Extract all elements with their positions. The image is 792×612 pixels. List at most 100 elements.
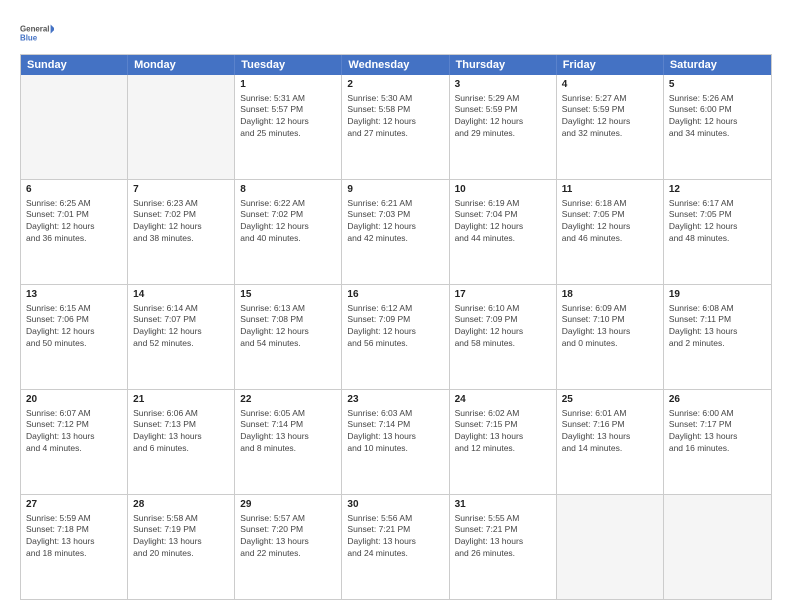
calendar-week-1: 1Sunrise: 5:31 AM Sunset: 5:57 PM Daylig… xyxy=(21,75,771,179)
calendar-day-11: 11Sunrise: 6:18 AM Sunset: 7:05 PM Dayli… xyxy=(557,180,664,284)
calendar-day-27: 27Sunrise: 5:59 AM Sunset: 7:18 PM Dayli… xyxy=(21,495,128,599)
calendar-header-cell-monday: Monday xyxy=(128,55,235,75)
day-number: 17 xyxy=(455,288,551,302)
day-number: 28 xyxy=(133,498,229,512)
day-info: Sunrise: 6:09 AM Sunset: 7:10 PM Dayligh… xyxy=(562,303,658,351)
day-number: 24 xyxy=(455,393,551,407)
calendar-day-7: 7Sunrise: 6:23 AM Sunset: 7:02 PM Daylig… xyxy=(128,180,235,284)
calendar-day-2: 2Sunrise: 5:30 AM Sunset: 5:58 PM Daylig… xyxy=(342,75,449,179)
page: General Blue SundayMondayTuesdayWednesda… xyxy=(0,0,792,612)
day-number: 14 xyxy=(133,288,229,302)
calendar-day-10: 10Sunrise: 6:19 AM Sunset: 7:04 PM Dayli… xyxy=(450,180,557,284)
calendar-day-28: 28Sunrise: 5:58 AM Sunset: 7:19 PM Dayli… xyxy=(128,495,235,599)
day-number: 7 xyxy=(133,183,229,197)
calendar-day-23: 23Sunrise: 6:03 AM Sunset: 7:14 PM Dayli… xyxy=(342,390,449,494)
calendar-day-8: 8Sunrise: 6:22 AM Sunset: 7:02 PM Daylig… xyxy=(235,180,342,284)
day-info: Sunrise: 5:55 AM Sunset: 7:21 PM Dayligh… xyxy=(455,513,551,561)
day-number: 23 xyxy=(347,393,443,407)
day-number: 12 xyxy=(669,183,766,197)
calendar-day-9: 9Sunrise: 6:21 AM Sunset: 7:03 PM Daylig… xyxy=(342,180,449,284)
day-info: Sunrise: 6:00 AM Sunset: 7:17 PM Dayligh… xyxy=(669,408,766,456)
calendar-week-4: 20Sunrise: 6:07 AM Sunset: 7:12 PM Dayli… xyxy=(21,389,771,494)
calendar-day-5: 5Sunrise: 5:26 AM Sunset: 6:00 PM Daylig… xyxy=(664,75,771,179)
calendar-day-empty xyxy=(21,75,128,179)
calendar-week-2: 6Sunrise: 6:25 AM Sunset: 7:01 PM Daylig… xyxy=(21,179,771,284)
calendar-day-empty xyxy=(557,495,664,599)
day-number: 3 xyxy=(455,78,551,92)
calendar-header-cell-sunday: Sunday xyxy=(21,55,128,75)
day-info: Sunrise: 6:23 AM Sunset: 7:02 PM Dayligh… xyxy=(133,198,229,246)
day-number: 4 xyxy=(562,78,658,92)
logo: General Blue xyxy=(20,16,54,50)
day-info: Sunrise: 6:07 AM Sunset: 7:12 PM Dayligh… xyxy=(26,408,122,456)
calendar-day-25: 25Sunrise: 6:01 AM Sunset: 7:16 PM Dayli… xyxy=(557,390,664,494)
calendar-day-13: 13Sunrise: 6:15 AM Sunset: 7:06 PM Dayli… xyxy=(21,285,128,389)
calendar-day-17: 17Sunrise: 6:10 AM Sunset: 7:09 PM Dayli… xyxy=(450,285,557,389)
calendar-body: 1Sunrise: 5:31 AM Sunset: 5:57 PM Daylig… xyxy=(21,75,771,599)
calendar-week-3: 13Sunrise: 6:15 AM Sunset: 7:06 PM Dayli… xyxy=(21,284,771,389)
day-info: Sunrise: 5:31 AM Sunset: 5:57 PM Dayligh… xyxy=(240,93,336,141)
day-number: 27 xyxy=(26,498,122,512)
calendar-day-empty xyxy=(128,75,235,179)
calendar-day-31: 31Sunrise: 5:55 AM Sunset: 7:21 PM Dayli… xyxy=(450,495,557,599)
day-info: Sunrise: 6:08 AM Sunset: 7:11 PM Dayligh… xyxy=(669,303,766,351)
calendar-header-cell-friday: Friday xyxy=(557,55,664,75)
day-number: 8 xyxy=(240,183,336,197)
day-number: 1 xyxy=(240,78,336,92)
calendar-day-21: 21Sunrise: 6:06 AM Sunset: 7:13 PM Dayli… xyxy=(128,390,235,494)
day-info: Sunrise: 6:19 AM Sunset: 7:04 PM Dayligh… xyxy=(455,198,551,246)
calendar-day-16: 16Sunrise: 6:12 AM Sunset: 7:09 PM Dayli… xyxy=(342,285,449,389)
calendar-day-30: 30Sunrise: 5:56 AM Sunset: 7:21 PM Dayli… xyxy=(342,495,449,599)
day-number: 29 xyxy=(240,498,336,512)
day-number: 13 xyxy=(26,288,122,302)
day-info: Sunrise: 5:57 AM Sunset: 7:20 PM Dayligh… xyxy=(240,513,336,561)
day-number: 16 xyxy=(347,288,443,302)
calendar-header-cell-tuesday: Tuesday xyxy=(235,55,342,75)
svg-text:General: General xyxy=(20,24,50,33)
day-info: Sunrise: 6:22 AM Sunset: 7:02 PM Dayligh… xyxy=(240,198,336,246)
day-info: Sunrise: 5:26 AM Sunset: 6:00 PM Dayligh… xyxy=(669,93,766,141)
day-info: Sunrise: 5:30 AM Sunset: 5:58 PM Dayligh… xyxy=(347,93,443,141)
svg-text:Blue: Blue xyxy=(20,33,38,42)
calendar-day-19: 19Sunrise: 6:08 AM Sunset: 7:11 PM Dayli… xyxy=(664,285,771,389)
day-info: Sunrise: 6:15 AM Sunset: 7:06 PM Dayligh… xyxy=(26,303,122,351)
calendar-day-12: 12Sunrise: 6:17 AM Sunset: 7:05 PM Dayli… xyxy=(664,180,771,284)
header: General Blue xyxy=(20,16,772,50)
calendar-day-22: 22Sunrise: 6:05 AM Sunset: 7:14 PM Dayli… xyxy=(235,390,342,494)
day-info: Sunrise: 6:13 AM Sunset: 7:08 PM Dayligh… xyxy=(240,303,336,351)
day-number: 10 xyxy=(455,183,551,197)
day-info: Sunrise: 6:02 AM Sunset: 7:15 PM Dayligh… xyxy=(455,408,551,456)
day-info: Sunrise: 6:25 AM Sunset: 7:01 PM Dayligh… xyxy=(26,198,122,246)
calendar-day-20: 20Sunrise: 6:07 AM Sunset: 7:12 PM Dayli… xyxy=(21,390,128,494)
day-info: Sunrise: 6:05 AM Sunset: 7:14 PM Dayligh… xyxy=(240,408,336,456)
calendar-day-3: 3Sunrise: 5:29 AM Sunset: 5:59 PM Daylig… xyxy=(450,75,557,179)
day-number: 18 xyxy=(562,288,658,302)
day-number: 21 xyxy=(133,393,229,407)
calendar-day-29: 29Sunrise: 5:57 AM Sunset: 7:20 PM Dayli… xyxy=(235,495,342,599)
calendar-header: SundayMondayTuesdayWednesdayThursdayFrid… xyxy=(21,55,771,75)
day-info: Sunrise: 6:06 AM Sunset: 7:13 PM Dayligh… xyxy=(133,408,229,456)
day-number: 25 xyxy=(562,393,658,407)
day-number: 30 xyxy=(347,498,443,512)
calendar-header-cell-saturday: Saturday xyxy=(664,55,771,75)
day-number: 6 xyxy=(26,183,122,197)
day-info: Sunrise: 6:12 AM Sunset: 7:09 PM Dayligh… xyxy=(347,303,443,351)
calendar-day-24: 24Sunrise: 6:02 AM Sunset: 7:15 PM Dayli… xyxy=(450,390,557,494)
day-info: Sunrise: 6:03 AM Sunset: 7:14 PM Dayligh… xyxy=(347,408,443,456)
calendar-day-14: 14Sunrise: 6:14 AM Sunset: 7:07 PM Dayli… xyxy=(128,285,235,389)
day-number: 22 xyxy=(240,393,336,407)
calendar-day-26: 26Sunrise: 6:00 AM Sunset: 7:17 PM Dayli… xyxy=(664,390,771,494)
calendar-day-6: 6Sunrise: 6:25 AM Sunset: 7:01 PM Daylig… xyxy=(21,180,128,284)
day-number: 11 xyxy=(562,183,658,197)
day-number: 19 xyxy=(669,288,766,302)
day-info: Sunrise: 6:21 AM Sunset: 7:03 PM Dayligh… xyxy=(347,198,443,246)
calendar-day-15: 15Sunrise: 6:13 AM Sunset: 7:08 PM Dayli… xyxy=(235,285,342,389)
calendar-day-empty xyxy=(664,495,771,599)
day-info: Sunrise: 6:01 AM Sunset: 7:16 PM Dayligh… xyxy=(562,408,658,456)
calendar-header-cell-wednesday: Wednesday xyxy=(342,55,449,75)
day-number: 15 xyxy=(240,288,336,302)
day-info: Sunrise: 6:17 AM Sunset: 7:05 PM Dayligh… xyxy=(669,198,766,246)
calendar: SundayMondayTuesdayWednesdayThursdayFrid… xyxy=(20,54,772,600)
day-info: Sunrise: 5:58 AM Sunset: 7:19 PM Dayligh… xyxy=(133,513,229,561)
day-info: Sunrise: 5:27 AM Sunset: 5:59 PM Dayligh… xyxy=(562,93,658,141)
